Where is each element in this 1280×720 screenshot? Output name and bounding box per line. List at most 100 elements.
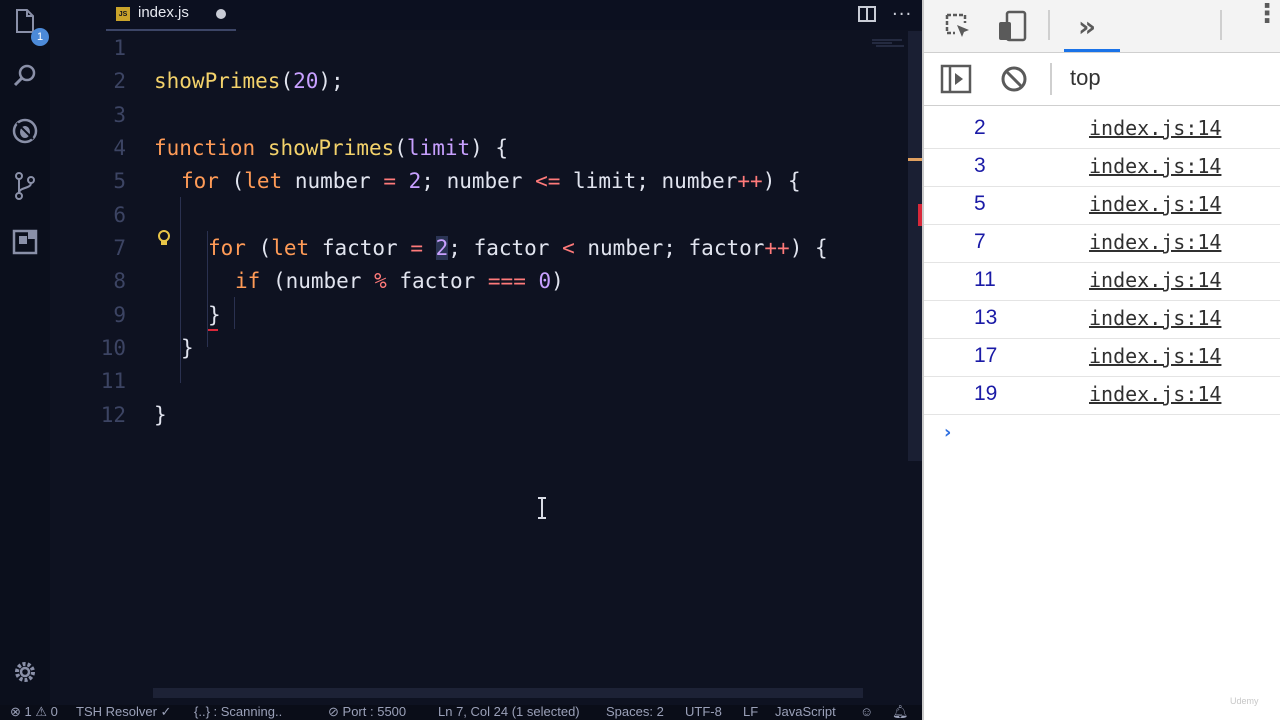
source-link[interactable]: index.js:14 <box>1089 382 1221 406</box>
source-link[interactable]: index.js:14 <box>1089 306 1221 330</box>
tsh-label: TSH Resolver <box>76 704 157 719</box>
punct: ( <box>394 136 407 160</box>
device-toolbar-icon[interactable] <box>997 10 1029 46</box>
language-mode[interactable]: JavaScript <box>775 704 836 719</box>
indentation-setting[interactable]: Spaces: 2 <box>606 704 664 719</box>
inspect-element-icon[interactable] <box>944 12 974 46</box>
line-number: 2 <box>113 69 126 93</box>
active-tab-indicator <box>1064 49 1120 52</box>
devtools-panel: » ⋮ top 2 index.js:14 3 index.js:14 5 in… <box>922 0 1280 720</box>
code-line-12[interactable]: } <box>154 403 167 427</box>
console-row: 7 index.js:14 <box>924 224 1280 263</box>
punct: ) { <box>762 169 801 193</box>
clear-console-icon[interactable] <box>1000 65 1028 97</box>
console-value: 11 <box>974 268 996 291</box>
horizontal-scrollbar[interactable] <box>153 688 863 698</box>
scrollbar-marker <box>908 158 922 161</box>
console-row: 13 index.js:14 <box>924 300 1280 339</box>
vertical-scrollbar[interactable] <box>908 31 922 461</box>
warning-icon: ⚠ <box>35 704 48 719</box>
tab-label: index.js <box>138 4 189 21</box>
console-value: 5 <box>974 192 986 215</box>
console-toolbar: top <box>924 53 1280 106</box>
toolbar-divider <box>1050 63 1052 95</box>
code-line-5[interactable]: for (let number = 2; number <= limit; nu… <box>181 169 801 193</box>
feedback-smiley-icon[interactable]: ☺ <box>860 704 873 719</box>
more-tabs-chevron-icon[interactable]: » <box>1078 10 1096 43</box>
code-editor[interactable]: 1 2 3 4 5 6 7 8 9 10 11 12 showPrimes(20… <box>50 31 908 689</box>
live-server-port[interactable]: ⊘ Port : 5500 <box>328 704 406 720</box>
operator: ++ <box>764 236 790 260</box>
code-text: factor <box>309 236 411 260</box>
keyword: let <box>244 169 283 193</box>
source-link[interactable]: index.js:14 <box>1089 344 1221 368</box>
console-row: 17 index.js:14 <box>924 338 1280 377</box>
cursor-position[interactable]: Ln 7, Col 24 (1 selected) <box>438 704 580 719</box>
code-text: number <box>282 169 384 193</box>
source-link[interactable]: index.js:14 <box>1089 268 1221 292</box>
split-editor-icon[interactable] <box>858 6 876 22</box>
number-literal: 2 <box>408 169 422 193</box>
keyword: let <box>271 236 310 260</box>
console-value: 13 <box>974 306 998 329</box>
code-line-2[interactable]: showPrimes(20); <box>154 69 344 93</box>
operator: < <box>562 236 575 260</box>
files-icon[interactable]: 1 <box>9 6 49 46</box>
console-value: 2 <box>974 116 986 139</box>
encoding-setting[interactable]: UTF-8 <box>685 704 722 719</box>
tab-index-js[interactable]: JS index.js <box>104 0 236 30</box>
line-number: 3 <box>113 103 126 127</box>
number-literal: 20 <box>293 69 319 93</box>
code-text: (number <box>260 269 375 293</box>
search-icon[interactable] <box>9 60 41 92</box>
console-prompt-icon[interactable]: › <box>944 422 951 443</box>
source-link[interactable]: index.js:14 <box>1089 230 1221 254</box>
line-number: 5 <box>113 169 126 193</box>
tsh-resolver-status[interactable]: TSH Resolver ✓ <box>76 704 171 720</box>
editor-tab-bar: JS index.js ··· <box>50 0 922 31</box>
line-number: 12 <box>100 403 126 427</box>
source-control-icon[interactable] <box>9 170 41 202</box>
code-line-8[interactable]: if (number % factor === 0) <box>235 269 564 293</box>
fn-name: showPrimes <box>154 69 281 93</box>
text-cursor-icon <box>536 496 548 520</box>
closing-brace: } <box>208 303 221 327</box>
line-number: 10 <box>100 336 126 360</box>
extensions-icon[interactable] <box>9 226 41 258</box>
selected-number-literal: 2 <box>435 236 449 260</box>
punct: ( <box>280 69 294 93</box>
source-link[interactable]: index.js:14 <box>1089 192 1221 216</box>
show-sidebar-icon[interactable] <box>940 64 972 98</box>
debug-icon[interactable] <box>9 115 41 147</box>
kebab-menu-icon[interactable]: ⋮ <box>1254 1 1280 27</box>
punct: ) { <box>470 136 509 160</box>
source-link[interactable]: index.js:14 <box>1089 154 1221 178</box>
unsaved-dot-icon[interactable] <box>216 9 226 19</box>
punct: ) { <box>789 236 828 260</box>
closing-brace: } <box>181 336 194 360</box>
toolbar-divider <box>1048 10 1050 40</box>
problems-indicator[interactable]: ⊗ 1 ⚠ 0 <box>10 704 58 720</box>
notifications-bell-icon[interactable]: 🔔︎ <box>892 704 909 720</box>
minimap[interactable] <box>872 33 906 47</box>
more-actions-icon[interactable]: ··· <box>892 4 912 25</box>
code-line-9[interactable]: } <box>208 303 221 327</box>
fn-name: showPrimes <box>267 136 395 160</box>
code-line-4[interactable]: function showPrimes(limit) { <box>154 136 508 160</box>
check-icon: ✓ <box>160 704 172 719</box>
lightbulb-icon[interactable] <box>157 229 171 247</box>
console-row: 11 index.js:14 <box>924 262 1280 301</box>
line-number: 4 <box>113 136 126 160</box>
eol-setting[interactable]: LF <box>743 704 758 719</box>
settings-gear-icon[interactable] <box>9 656 41 688</box>
code-line-10[interactable]: } <box>181 336 194 360</box>
console-value: 3 <box>974 154 986 177</box>
source-link[interactable]: index.js:14 <box>1089 116 1221 140</box>
code-line-7[interactable]: for (let factor = 2; factor < number; fa… <box>208 236 828 260</box>
console-value: 19 <box>974 382 998 405</box>
execution-context-select[interactable]: top <box>1070 65 1101 91</box>
line-number: 8 <box>113 269 126 293</box>
scanning-status[interactable]: {..} : Scanning.. <box>194 704 282 719</box>
